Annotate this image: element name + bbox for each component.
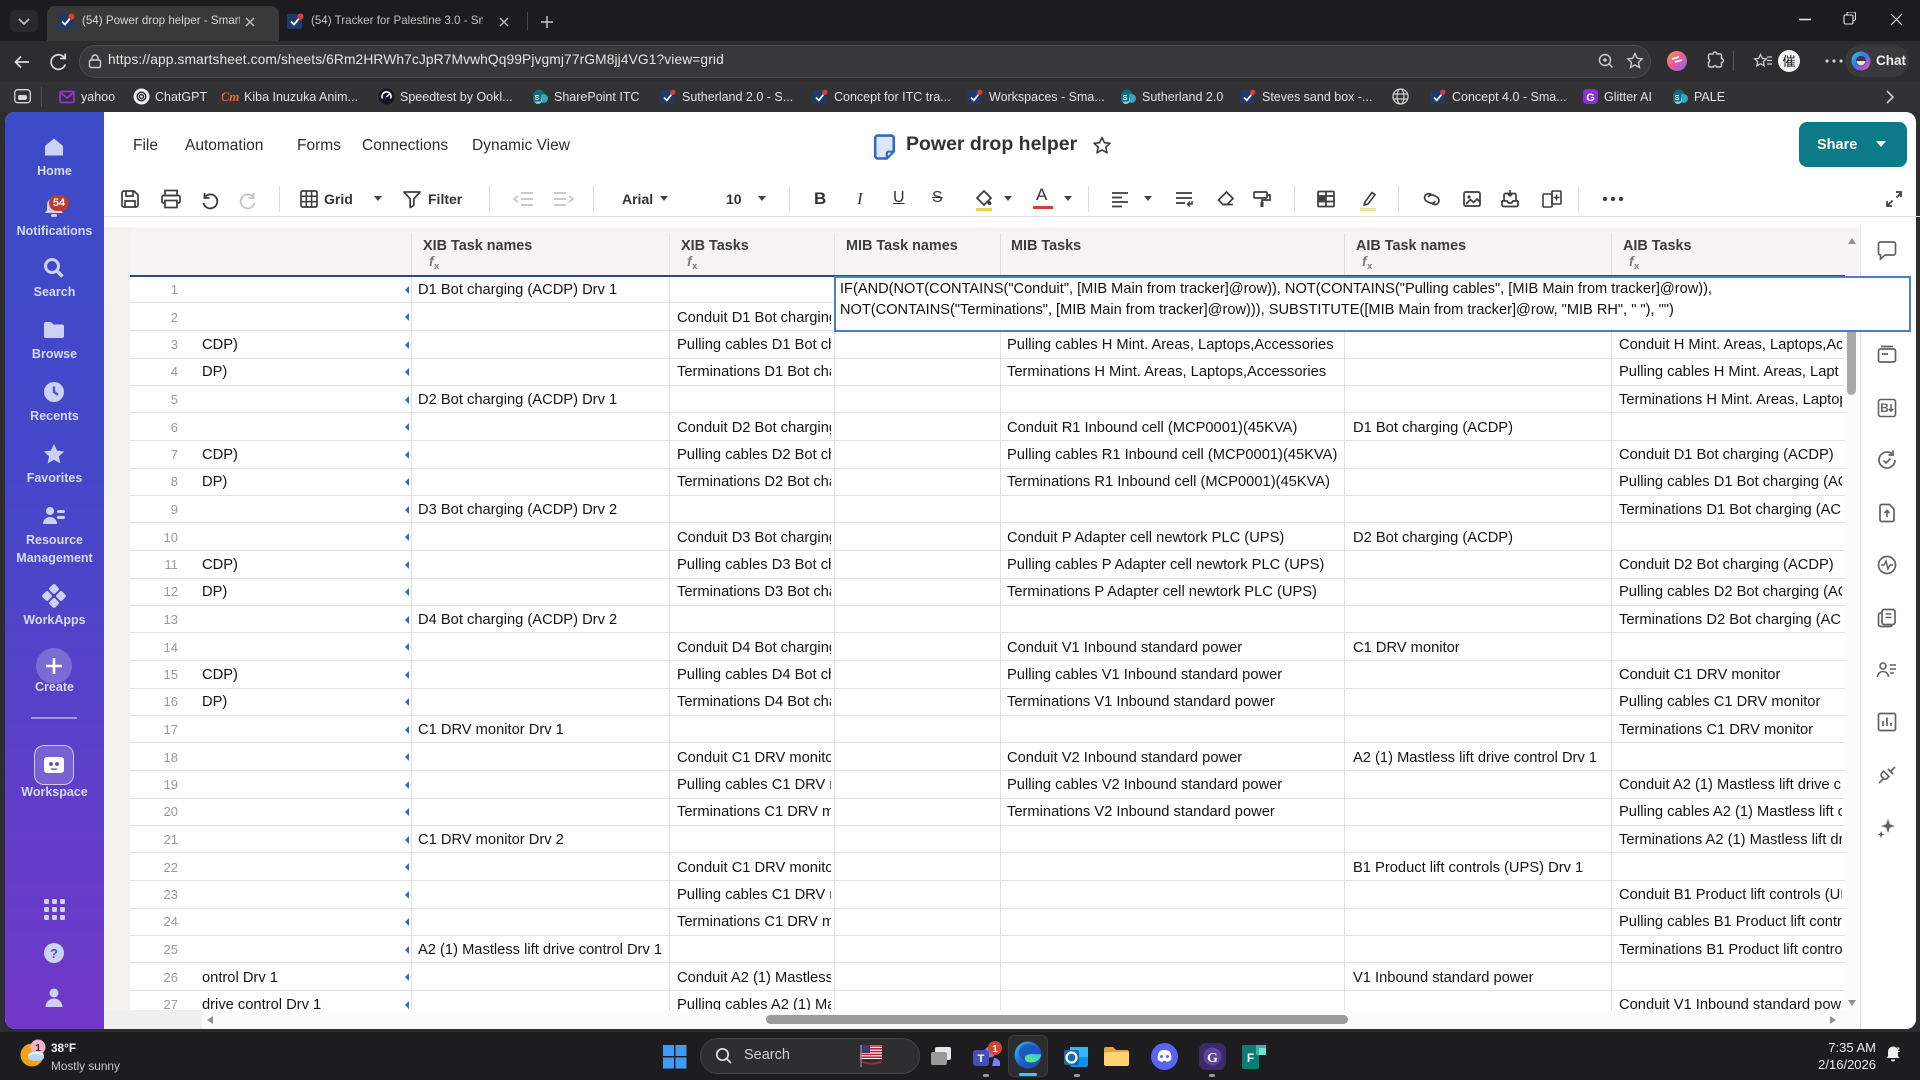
svg-text:F: F: [1247, 1051, 1254, 1065]
svg-text:Cm: Cm: [222, 89, 239, 104]
svg-text:1: 1: [992, 1044, 998, 1055]
svg-text:S: S: [534, 93, 539, 102]
svg-text:?: ?: [50, 946, 58, 961]
svg-text:z: z: [1896, 1045, 1900, 1054]
svg-text:T: T: [978, 1053, 985, 1065]
svg-text:G: G: [1207, 1051, 1218, 1066]
svg-text:B: B: [1880, 401, 1889, 415]
svg-text:S: S: [1122, 93, 1127, 102]
svg-text:G: G: [1586, 92, 1595, 104]
svg-text:S: S: [1674, 93, 1679, 102]
svg-text:催: 催: [1782, 54, 1795, 69]
